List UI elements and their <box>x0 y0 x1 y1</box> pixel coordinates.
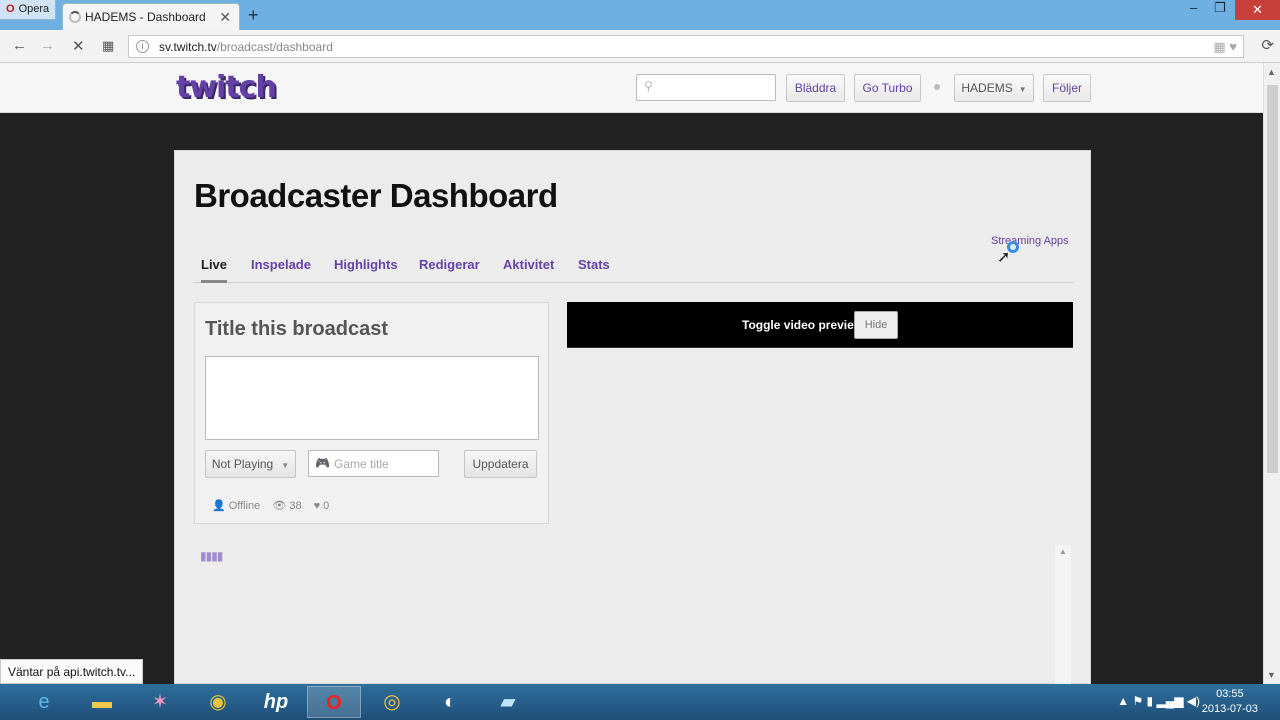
minimize-icon[interactable]: – <box>1190 0 1197 15</box>
browser-status-bar: Väntar på api.twitch.tv... <box>0 659 143 684</box>
update-button[interactable]: Uppdatera <box>464 450 537 478</box>
clock-date: 2013-07-03 <box>1201 703 1258 715</box>
search-input[interactable]: ⚲ <box>636 74 776 101</box>
taskbar-clock[interactable]: 03:55 2013-07-03 <box>1202 687 1258 717</box>
photo-app-icon[interactable]: ✶ <box>133 686 187 718</box>
tab-stats[interactable]: Stats <box>578 257 610 283</box>
opera-logo-icon: O <box>6 3 15 15</box>
restore-icon[interactable]: ❐ <box>1214 0 1226 16</box>
internet-explorer-icon[interactable]: e <box>17 686 71 718</box>
opera-menu-button[interactable]: O Opera <box>0 0 56 20</box>
separator-dot <box>934 84 940 90</box>
speed-dial-icon[interactable]: ▦ <box>102 38 114 54</box>
eye-icon: 👁 <box>272 500 287 512</box>
chrome-icon[interactable]: ◎ <box>365 686 419 718</box>
browse-button[interactable]: Bläddra <box>786 74 845 102</box>
streaming-apps-link[interactable]: Streaming Apps <box>991 235 1069 247</box>
chevron-down-icon: ▼ <box>1018 85 1027 94</box>
gamepad-icon: 🎮 <box>315 456 330 470</box>
user-icon: 👤 <box>212 500 226 512</box>
tab-aktivitet[interactable]: Aktivitet <box>503 257 554 283</box>
file-explorer-icon[interactable]: ▬ <box>75 686 129 718</box>
address-bar[interactable]: i sv.twitch.tv/broadcast/dashboard ▦ ♥ <box>128 35 1244 58</box>
game-title-input[interactable]: 🎮 Game title <box>308 450 439 477</box>
dashboard-panel: Broadcaster Dashboard Streaming Apps ➚ L… <box>174 150 1091 685</box>
browser-tab[interactable]: HADEMS - Dashboard ✕ <box>62 3 240 30</box>
system-tray-icons[interactable]: ▲ ⚑ ▮ ▂▄▆ ◀) <box>1117 694 1200 708</box>
notes-app-icon[interactable]: ▰ <box>481 686 535 718</box>
page-scrollbar[interactable]: ▲ ▼ <box>1263 63 1280 684</box>
window-close-button[interactable]: ✕ <box>1235 0 1280 20</box>
tab-inspelade[interactable]: Inspelade <box>251 257 311 283</box>
broadcast-title-heading: Title this broadcast <box>205 318 389 340</box>
bookmark-heart-icon[interactable]: ▦ ♥ <box>1213 39 1237 55</box>
twitch-header: twitch ⚲ Bläddra Go Turbo HADEMS ▼ Följer <box>0 63 1263 113</box>
broadcast-title-textarea[interactable] <box>205 356 539 440</box>
browser-titlebar: O Opera HADEMS - Dashboard ✕ + – ❐ ✕ <box>0 0 1280 30</box>
go-turbo-button[interactable]: Go Turbo <box>854 74 921 102</box>
stop-icon[interactable]: ✕ <box>72 37 85 55</box>
new-tab-button[interactable]: + <box>248 5 259 26</box>
search-icon: ⚲ <box>644 79 653 93</box>
loading-spinner-icon <box>69 11 81 23</box>
chat-scrollbar[interactable]: ▲ <box>1055 545 1071 685</box>
following-button[interactable]: Följer <box>1043 74 1091 102</box>
close-tab-icon[interactable]: ✕ <box>219 9 231 26</box>
scroll-up-icon[interactable]: ▲ <box>1059 547 1067 556</box>
opera-taskbar-icon[interactable]: O <box>307 686 361 718</box>
hide-video-button[interactable]: Hide <box>854 311 898 339</box>
obs-icon[interactable]: ◐ <box>423 686 477 718</box>
channel-stats: 👤 Offline 👁 38 ♥ 0 <box>212 499 332 512</box>
clock-time: 03:55 <box>1216 688 1244 700</box>
hp-icon[interactable]: hp <box>249 686 303 718</box>
viewer-count: 38 <box>289 500 302 512</box>
scroll-up-icon[interactable]: ▲ <box>1267 67 1276 77</box>
tab-highlights[interactable]: Highlights <box>334 257 398 283</box>
user-menu-button[interactable]: HADEMS ▼ <box>954 74 1034 102</box>
twitch-logo[interactable]: twitch <box>176 70 277 105</box>
game-status-select[interactable]: Not Playing ▼ <box>205 450 296 478</box>
follower-count: 0 <box>323 500 330 512</box>
page-title: Broadcaster Dashboard <box>194 177 558 214</box>
tab-redigerar[interactable]: Redigerar <box>419 257 480 283</box>
update-icon[interactable]: ⟳ <box>1261 36 1274 54</box>
media-player-icon[interactable]: ◉ <box>191 686 245 718</box>
broadcast-info-box: Title this broadcast Not Playing ▼ 🎮 Game … <box>194 302 549 524</box>
live-status: Offline <box>228 500 261 512</box>
browser-navbar: ← → ✕ ▦ i sv.twitch.tv/broadcast/dashboa… <box>0 30 1280 63</box>
scrollbar-thumb[interactable] <box>1267 85 1278 473</box>
loading-bars-icon: ▮▮▮▮ <box>200 549 223 563</box>
chevron-down-icon: ▼ <box>281 461 290 470</box>
scroll-down-icon[interactable]: ▼ <box>1267 670 1276 680</box>
windows-taskbar: e ▬ ✶ ◉ hp O ◎ ◐ ▰ ▲ ⚑ ▮ ▂▄▆ ◀) 03:55 20… <box>0 684 1280 720</box>
site-info-icon[interactable]: i <box>136 40 149 53</box>
heart-icon: ♥ <box>313 500 321 512</box>
video-preview-label: Toggle video preview: <box>742 318 868 332</box>
tab-live[interactable]: Live <box>201 257 228 283</box>
back-icon[interactable]: ← <box>12 37 27 54</box>
video-preview-bar: Toggle video preview: Hide <box>567 302 1073 348</box>
dashboard-tabs: Live Inspelade Highlights Redigerar Akti… <box>194 255 1073 283</box>
forward-icon[interactable]: → <box>40 37 55 54</box>
tab-title: HADEMS - Dashboard <box>85 10 206 24</box>
